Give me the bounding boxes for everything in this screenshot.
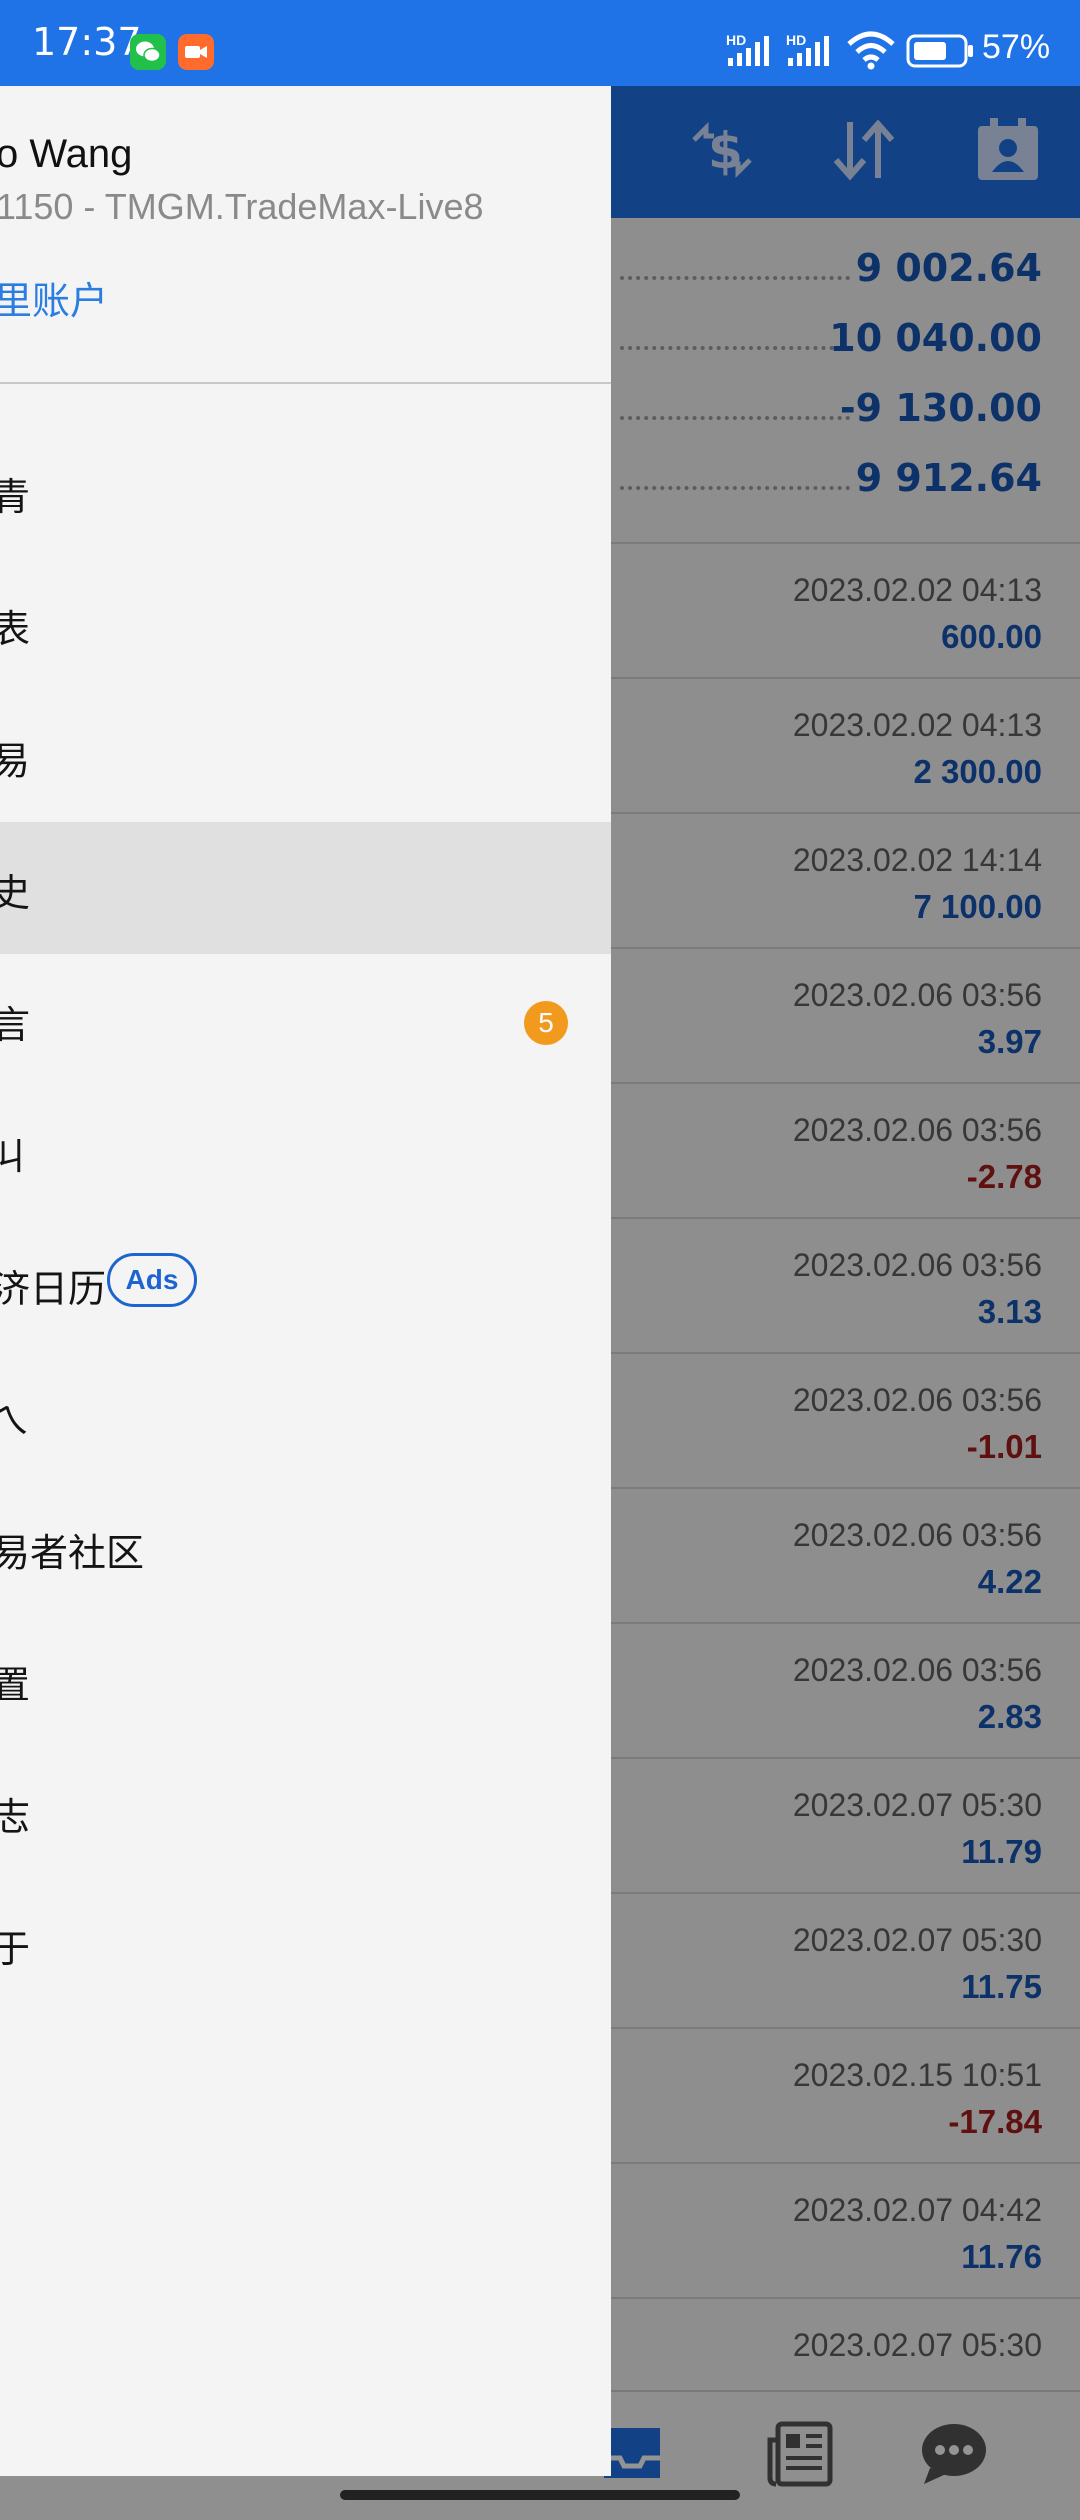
drawer-menu-label: 青 <box>0 477 31 519</box>
home-indicator[interactable] <box>340 2490 740 2500</box>
wechat-notification-icon <box>130 34 166 70</box>
drawer-menu-item[interactable]: 济日历 Ads <box>0 1218 611 1350</box>
drawer-menu-label: 置 <box>0 1665 31 1707</box>
ads-chip: Ads <box>107 1253 197 1307</box>
battery-percent: 57% <box>982 28 1051 66</box>
drawer-divider <box>0 382 611 384</box>
drawer-menu-label: 济日历 <box>0 1269 107 1311</box>
drawer-menu-item[interactable]: 史 <box>0 822 611 954</box>
drawer-menu-item[interactable]: 于 <box>0 1878 611 2010</box>
drawer-menu-label: ㄟ <box>0 1401 31 1443</box>
drawer-menu-item[interactable]: 置 <box>0 1614 611 1746</box>
video-call-notification-icon <box>178 34 214 70</box>
drawer-menu-item[interactable]: 志 <box>0 1746 611 1878</box>
manage-accounts-link[interactable]: 里账户 <box>0 270 108 325</box>
drawer-menu-label: 表 <box>0 609 31 651</box>
drawer-menu-item[interactable]: 表 <box>0 558 611 690</box>
drawer-account-server: 1150 - TMGM.TradeMax-Live8 <box>0 186 484 227</box>
navigation-drawer: o Wang 1150 - TMGM.TradeMax-Live8 里账户 青表… <box>0 86 611 2476</box>
notification-count-badge: 5 <box>524 1001 568 1045</box>
drawer-menu-label: 史 <box>0 873 31 915</box>
battery-icon <box>906 34 973 68</box>
wifi-icon <box>847 31 895 70</box>
drawer-menu-label: 言 <box>0 1005 31 1047</box>
signal-icon-1 <box>728 36 769 66</box>
signal-icon-2 <box>788 36 829 66</box>
drawer-menu-item[interactable]: 言5 <box>0 954 611 1086</box>
drawer-user-name: o Wang <box>0 132 133 176</box>
drawer-menu-label: 易 <box>0 741 31 783</box>
drawer-menu-item[interactable]: ㄐ <box>0 1086 611 1218</box>
drawer-menu-item[interactable]: ㄟ <box>0 1350 611 1482</box>
drawer-menu-label: ㄐ <box>0 1137 31 1179</box>
drawer-menu-label: 志 <box>0 1797 31 1839</box>
drawer-menu-item[interactable]: 青 <box>0 426 611 558</box>
drawer-menu-item[interactable]: 易 <box>0 690 611 822</box>
drawer-menu-item[interactable]: 易者社区 <box>0 1482 611 1614</box>
drawer-menu-label: 于 <box>0 1929 31 1971</box>
drawer-menu-label: 易者社区 <box>0 1533 145 1575</box>
status-bar: 17:37 HD HD 57% <box>0 0 1080 86</box>
status-time: 17:37 <box>32 20 142 64</box>
